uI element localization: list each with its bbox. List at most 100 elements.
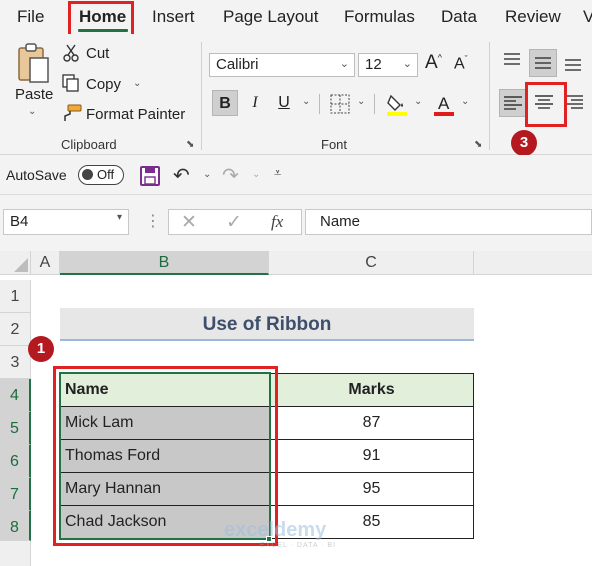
increase-font-size-icon[interactable]: A^ [425,52,442,74]
font-group-label: Font [321,137,348,152]
cut-icon[interactable] [62,44,80,62]
paste-label[interactable]: Paste [15,86,53,103]
cell-marks[interactable]: 91 [269,439,474,473]
autosave-label: AutoSave [6,167,67,183]
copy-button[interactable]: Copy [86,76,121,93]
group-divider [201,42,202,150]
chevron-down-icon[interactable]: ⌄ [403,57,412,70]
enter-icon[interactable]: ✓ [226,211,242,234]
cancel-icon[interactable]: ✕ [181,211,197,234]
format-painter-button[interactable]: Format Painter [86,106,185,123]
watermark-tagline: EXCEL · DATA · BI [260,542,336,549]
bold-button[interactable]: B [212,90,238,116]
paste-icon[interactable] [16,42,52,88]
middle-align-icon [535,57,551,69]
row-header-5[interactable]: 5 [0,412,31,445]
font-color-icon[interactable]: A [432,92,456,116]
undo-icon[interactable]: ↶ [173,163,190,188]
align-left-button[interactable] [499,89,527,117]
autosave-state: Off [97,167,115,182]
svg-text:A: A [438,94,450,113]
tab-file[interactable]: File [17,7,44,27]
cell-marks[interactable]: 87 [269,406,474,440]
format-painter-icon[interactable] [62,104,82,122]
font-launcher-icon[interactable]: ⬊ [474,139,482,150]
font-size-value: 12 [365,56,382,73]
name-box[interactable]: B4 ▾ [3,209,129,235]
row-header-4[interactable]: 4 [0,379,31,412]
sheet-title: Use of Ribbon [60,308,474,341]
column-header-c[interactable]: C [269,251,474,275]
chevron-down-icon[interactable]: ▾ [117,212,122,223]
align-right-icon[interactable] [566,92,584,114]
middle-align-button[interactable] [529,49,557,77]
select-all-corner[interactable] [0,251,31,275]
bottom-align-icon[interactable] [564,56,582,72]
ribbon: Paste ⌄ Cut Copy ⌄ Format Painter Clipbo… [0,34,592,155]
tab-insert[interactable]: Insert [152,7,195,27]
tab-view[interactable]: V [583,7,592,27]
underline-button[interactable]: U [271,90,297,116]
font-color-dropdown-icon[interactable]: ⌄ [461,96,469,107]
watermark-logo: exceldemy EXCEL · DATA · BI [224,519,336,549]
row-header-6[interactable]: 6 [0,445,31,478]
tab-data[interactable]: Data [441,7,477,27]
top-align-icon[interactable] [503,52,521,68]
formula-bar-grip-icon: ⋮ [145,213,161,230]
clipboard-launcher-icon[interactable]: ⬊ [186,139,194,150]
font-name-value: Calibri [216,56,259,73]
formula-buttons: ✕ ✓ fx [168,209,302,235]
redo-icon[interactable]: ↷ [222,163,239,188]
customize-toolbar-icon[interactable]: ⩡ [274,165,281,181]
tab-formulas[interactable]: Formulas [344,7,415,27]
align-center-highlight [525,82,567,127]
fill-color-icon[interactable] [385,92,409,116]
copy-dropdown-icon[interactable]: ⌄ [133,78,141,89]
toggle-knob [82,169,93,180]
watermark-text: exceldemy [224,519,327,541]
column-header-a[interactable]: A [31,251,60,275]
cell-marks[interactable]: 95 [269,472,474,506]
borders-dropdown-icon[interactable]: ⌄ [357,96,365,107]
column-header-b[interactable]: B [60,251,269,275]
row-header-filler [0,541,31,566]
chevron-down-icon[interactable]: ⌄ [340,57,349,70]
insert-function-icon[interactable]: fx [271,212,283,232]
font-name-combo[interactable]: Calibri ⌄ [209,53,355,77]
italic-button[interactable]: I [242,90,268,116]
header-marks[interactable]: Marks [269,373,474,407]
select-all-icon [14,258,28,272]
save-icon[interactable] [140,166,160,186]
undo-dropdown-icon[interactable]: ⌄ [203,169,211,180]
redo-dropdown-icon[interactable]: ⌄ [252,169,260,180]
fill-color-dropdown-icon[interactable]: ⌄ [414,96,422,107]
name-box-value: B4 [10,213,29,230]
paste-dropdown-icon[interactable]: ⌄ [28,106,36,117]
column-header-d[interactable] [474,251,592,275]
borders-icon[interactable] [330,94,350,114]
step-badge-3: 3 [511,130,537,156]
row-header-8[interactable]: 8 [0,511,31,541]
row-header-1[interactable]: 1 [0,280,31,313]
underline-dropdown-icon[interactable]: ⌄ [302,96,310,107]
row-header-7[interactable]: 7 [0,478,31,511]
copy-icon[interactable] [62,74,80,92]
align-left-icon [504,96,522,110]
clipboard-group-label: Clipboard [61,137,117,152]
formula-bar: B4 ▾ ⋮ ✕ ✓ fx Name [0,195,592,251]
quick-access-toolbar: AutoSave Off ↶ ⌄ ↷ ⌄ ⩡ [0,155,592,195]
font-size-combo[interactable]: 12 ⌄ [358,53,418,77]
cut-button[interactable]: Cut [86,45,109,62]
group-divider [489,42,490,150]
tab-review[interactable]: Review [505,7,561,27]
row-header-3[interactable]: 3 [0,346,31,379]
autosave-toggle[interactable]: Off [78,165,124,185]
tab-page-layout[interactable]: Page Layout [223,7,318,27]
home-tab-highlight [68,1,134,38]
formula-input[interactable]: Name [305,209,592,235]
step-badge-1: 1 [28,336,54,362]
decrease-font-size-icon[interactable]: Aˇ [454,54,468,73]
font-divider [374,94,375,114]
font-divider [319,94,320,114]
row-header-2[interactable]: 2 [0,313,31,346]
